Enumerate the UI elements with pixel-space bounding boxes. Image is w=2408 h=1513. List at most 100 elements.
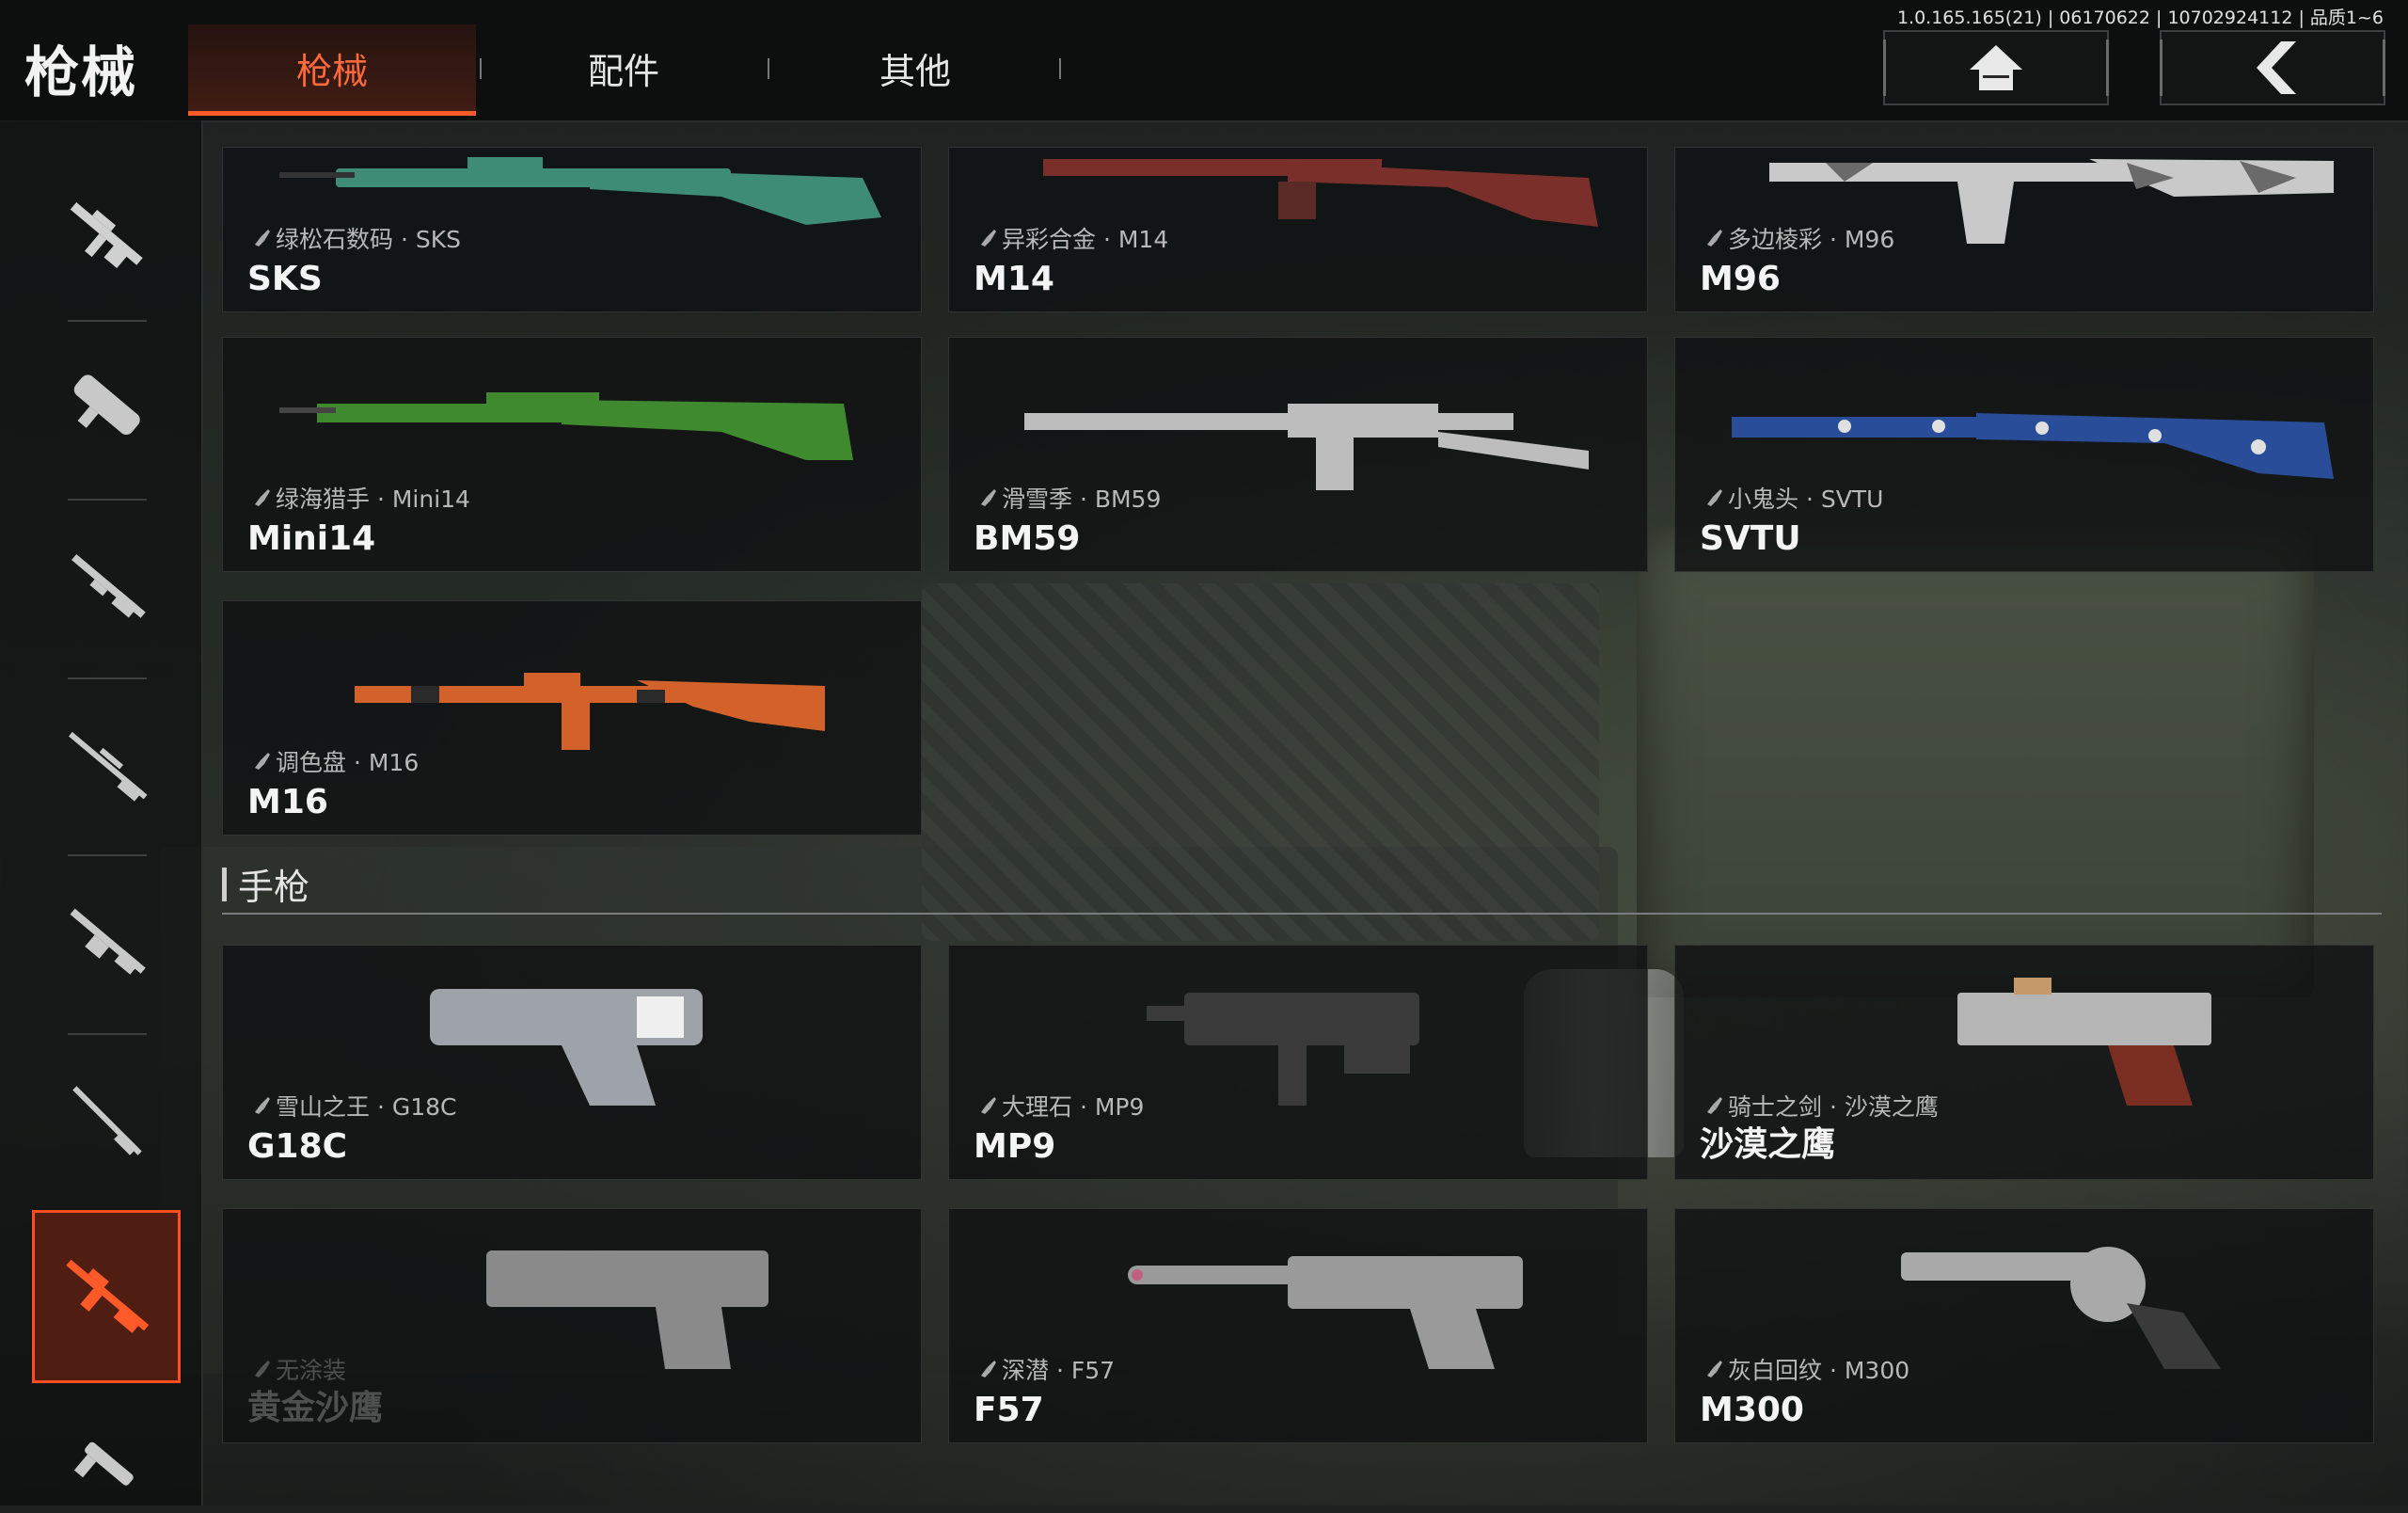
skin-text: 绿海猎手 · Mini14: [276, 486, 470, 513]
desert-eagle-weapon-image: [1957, 978, 2211, 1106]
brush-icon: [981, 1097, 996, 1114]
brush-icon: [255, 1361, 270, 1378]
brush-icon: [1707, 1097, 1722, 1114]
sniper-rifle-icon: [69, 731, 148, 802]
smg-icon: [73, 374, 140, 435]
m300-weapon-image: [1901, 1247, 2221, 1369]
weapon-card-g18c[interactable]: 雪山之王 · G18C G18C: [222, 945, 922, 1180]
brush-icon: [255, 489, 270, 506]
background-ammo-crates: [1637, 527, 2314, 997]
gun-name: M14: [974, 260, 1054, 298]
g18c-weapon-image: [430, 989, 703, 1106]
tab-label: 枪械: [295, 50, 368, 92]
skin-label: 雪山之王 · G18C: [251, 1089, 456, 1123]
tab-label: 配件: [587, 50, 659, 92]
tab-separator: [768, 58, 769, 79]
gun-name: Mini14: [247, 519, 376, 558]
sidebar-item-shotgun[interactable]: [34, 506, 181, 666]
brush-icon: [981, 230, 996, 247]
brush-icon: [1707, 230, 1722, 247]
skin-label: 异彩合金 · M14: [977, 221, 1168, 255]
section-title-text: 手枪: [238, 867, 310, 908]
sidebar-item-sniper[interactable]: [34, 685, 181, 845]
sidebar-item-dmr[interactable]: [34, 1041, 181, 1201]
sidebar-divider: [68, 320, 147, 322]
background-crate-mesh: [922, 583, 1599, 941]
weapon-category-sidebar: [0, 120, 203, 1505]
version-info: 1.0.165.165(21) | 06170622 | 10702924112…: [1896, 8, 2384, 28]
weapon-card-m14[interactable]: 异彩合金 · M14 M14: [948, 147, 1648, 312]
shotgun-icon: [71, 553, 146, 618]
sidebar-divider: [68, 677, 147, 679]
skin-text: 大理石 · MP9: [1002, 1093, 1145, 1121]
gun-name: BM59: [974, 519, 1081, 558]
weapon-card-mini14[interactable]: 绿海猎手 · Mini14 Mini14: [222, 337, 922, 572]
sidebar-divider: [68, 854, 147, 856]
sidebar-item-marksman[interactable]: [32, 1210, 181, 1383]
f57-weapon-image: [1128, 1256, 1523, 1369]
tab-separator: [1059, 58, 1061, 79]
skin-label: 灰白回纹 · M300: [1703, 1352, 1909, 1386]
pistol-icon: [73, 1441, 134, 1486]
mini14-weapon-image: [279, 392, 853, 460]
gun-name: M16: [247, 783, 328, 821]
skin-label: 深潜 · F57: [977, 1352, 1115, 1386]
mp9-weapon-image: [1147, 993, 1419, 1106]
gun-name: M300: [1700, 1391, 1804, 1429]
gun-name: F57: [974, 1391, 1044, 1429]
sidebar-item-pistol[interactable]: [34, 1419, 181, 1513]
brush-icon: [981, 1361, 996, 1378]
skin-label: 大理石 · MP9: [977, 1089, 1144, 1123]
weapon-card-golden-deagle[interactable]: 无涂装 黄金沙鹰: [222, 1208, 922, 1443]
back-button[interactable]: [2160, 30, 2385, 105]
lmg-icon: [70, 908, 146, 975]
page-title: 枪械: [24, 40, 138, 104]
bm59-weapon-image: [1024, 404, 1589, 490]
gun-name: 沙漠之鹰: [1700, 1125, 1836, 1164]
skin-text: 多边棱彩 · M96: [1728, 226, 1895, 253]
skin-text: 深潜 · F57: [1002, 1357, 1116, 1384]
sidebar-item-assault-rifle[interactable]: [34, 154, 181, 314]
brush-icon: [255, 753, 270, 770]
home-button[interactable]: [1883, 30, 2109, 105]
gun-name: G18C: [247, 1127, 348, 1166]
skin-text: 调色盘 · M16: [276, 749, 420, 776]
brush-icon: [255, 1097, 270, 1114]
weapon-card-f57[interactable]: 深潜 · F57 F57: [948, 1208, 1648, 1443]
sidebar-item-smg[interactable]: [34, 327, 181, 487]
skin-text: 小鬼头 · SVTU: [1728, 486, 1884, 513]
weapon-card-bm59[interactable]: 滑雪季 · BM59 BM59: [948, 337, 1648, 572]
gun-name: M96: [1700, 260, 1781, 298]
back-arrow-icon: [2257, 41, 2296, 94]
brush-icon: [1707, 489, 1722, 506]
tab-other[interactable]: 其他: [771, 24, 1059, 111]
brush-icon: [255, 230, 270, 247]
skin-text: 滑雪季 · BM59: [1002, 486, 1162, 513]
skin-label: 滑雪季 · BM59: [977, 481, 1161, 515]
weapon-card-svtu[interactable]: 小鬼头 · SVTU SVTU: [1674, 337, 2374, 572]
section-title-pistols: 手枪: [222, 858, 309, 910]
skin-label: 绿松石数码 · SKS: [251, 221, 461, 255]
skin-text: 绿松石数码 · SKS: [276, 226, 461, 253]
sidebar-item-lmg[interactable]: [34, 862, 181, 1022]
home-icon: [1970, 45, 2022, 90]
assault-rifle-icon: [70, 201, 143, 269]
gun-name: 黄金沙鹰: [247, 1389, 384, 1427]
skin-text: 雪山之王 · G18C: [276, 1093, 457, 1121]
section-divider: [222, 913, 2382, 915]
gun-name: SVTU: [1700, 519, 1801, 558]
skin-text: 灰白回纹 · M300: [1728, 1357, 1910, 1384]
weapon-card-desert-eagle[interactable]: 骑士之剑 · 沙漠之鹰 沙漠之鹰: [1674, 945, 2374, 1180]
section-bar: [222, 867, 227, 901]
weapon-card-m96[interactable]: 多边棱彩 · M96 M96: [1674, 147, 2374, 312]
weapon-card-m16[interactable]: 调色盘 · M16 M16: [222, 600, 922, 836]
weapon-card-mp9[interactable]: 大理石 · MP9 MP9: [948, 945, 1648, 1180]
weapon-card-m300[interactable]: 灰白回纹 · M300 M300: [1674, 1208, 2374, 1443]
tab-guns[interactable]: 枪械: [188, 24, 476, 116]
top-bar: 枪械 枪械 配件 其他 1.0.165.165(21) | 06170622 |…: [0, 0, 2408, 122]
weapon-card-sks[interactable]: 绿松石数码 · SKS SKS: [222, 147, 922, 312]
skin-text: 异彩合金 · M14: [1002, 226, 1169, 253]
tab-attachments[interactable]: 配件: [480, 24, 768, 111]
tab-label: 其他: [879, 50, 951, 92]
skin-label: 小鬼头 · SVTU: [1703, 481, 1883, 515]
